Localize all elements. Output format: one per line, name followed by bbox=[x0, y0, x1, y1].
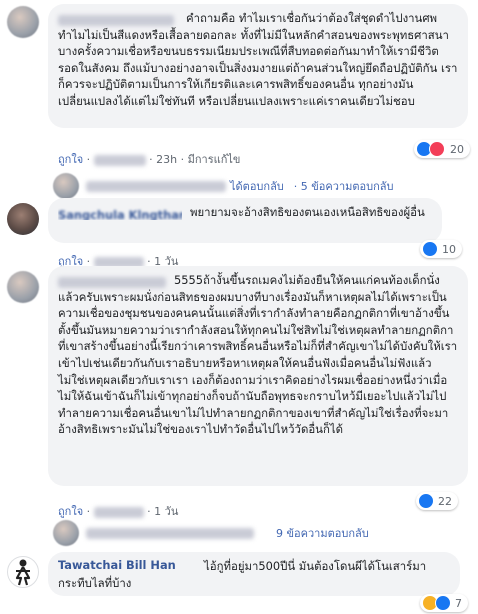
reaction-number: 22 bbox=[438, 494, 452, 508]
like-link[interactable]: ถูกใจ bbox=[58, 153, 83, 166]
avatar[interactable] bbox=[7, 556, 39, 588]
reply-link-blurred[interactable] bbox=[93, 154, 146, 166]
comment-actions: ถูกใจ · · 23h · มีการแก้ไข bbox=[58, 153, 241, 166]
reaction-count[interactable]: 10 bbox=[420, 240, 462, 258]
reply-avatar[interactable] bbox=[53, 173, 79, 199]
reaction-count[interactable]: 20 bbox=[414, 140, 470, 158]
comment-bubble: 5555ถ้างั้นขึ้นรถเมคงไม่ต้องยืนให้คนแก่ค… bbox=[48, 266, 468, 486]
comment-bubble: Sangchula Klngtharatuk พยายามจะอ้างสิทธิ… bbox=[48, 198, 442, 243]
love-reaction-icon bbox=[429, 141, 445, 157]
comment-text: 5555ถ้างั้นขึ้นรถเมคงไม่ต้องยืนให้คนแก่ค… bbox=[58, 273, 458, 437]
like-reaction-icon bbox=[422, 241, 438, 257]
reply-author-blurred bbox=[86, 180, 226, 192]
like-link[interactable]: ถูกใจ bbox=[58, 505, 83, 518]
comment-actions: ถูกใจ · · 1 วัน bbox=[58, 505, 179, 518]
avatar[interactable] bbox=[7, 6, 39, 38]
timestamp[interactable]: 23h bbox=[156, 153, 177, 166]
edited-label[interactable]: มีการแก้ไข bbox=[188, 153, 241, 166]
reply-count: 9 ข้อความตอบกลับ bbox=[276, 527, 369, 540]
reply-label: ได้ตอบกลับ bbox=[230, 180, 284, 193]
like-reaction-icon bbox=[435, 595, 451, 611]
avatar[interactable] bbox=[7, 203, 39, 235]
comment-text: คำถามคือ ทำไมเราเชื่อกันว่าต้องใส่ชุดดำไ… bbox=[58, 11, 458, 108]
like-reaction-icon bbox=[418, 493, 434, 509]
reply-link-blurred[interactable] bbox=[93, 506, 144, 518]
comment-text: ไอ้กูที่อยู่มา500ปีนี่ มันต้องโดนผีได้โน… bbox=[58, 559, 427, 590]
reaction-count[interactable]: 7 bbox=[420, 594, 468, 612]
comment-bubble: คำถามคือ ทำไมเราเชื่อกันว่าต้องใส่ชุดดำไ… bbox=[48, 4, 468, 128]
comment-bubble: Tawatchai Bill Han ไอ้กูที่อยู่มา500ปีนี… bbox=[48, 552, 460, 596]
reply-avatar[interactable] bbox=[53, 520, 79, 546]
avatar[interactable] bbox=[7, 271, 39, 303]
timestamp[interactable]: 1 วัน bbox=[154, 505, 178, 518]
reply-summary[interactable]: ↳ ได้ตอบกลับ · 5 ข้อความตอบกลับ bbox=[86, 173, 394, 199]
reaction-number: 7 bbox=[455, 596, 462, 610]
reaction-number: 20 bbox=[450, 142, 464, 156]
reply-count: · 5 ข้อความตอบกลับ bbox=[293, 180, 394, 193]
person-logo-icon bbox=[15, 559, 31, 586]
reply-author-blurred bbox=[86, 527, 254, 539]
reaction-number: 10 bbox=[442, 242, 456, 256]
reply-summary[interactable]: 9 ข้อความตอบกลับ bbox=[86, 520, 369, 546]
reaction-count[interactable]: 22 bbox=[416, 492, 458, 510]
comment-text: พยายามจะอ้างสิทธิของตนเองเหนือสิทธิของผู… bbox=[190, 205, 425, 219]
